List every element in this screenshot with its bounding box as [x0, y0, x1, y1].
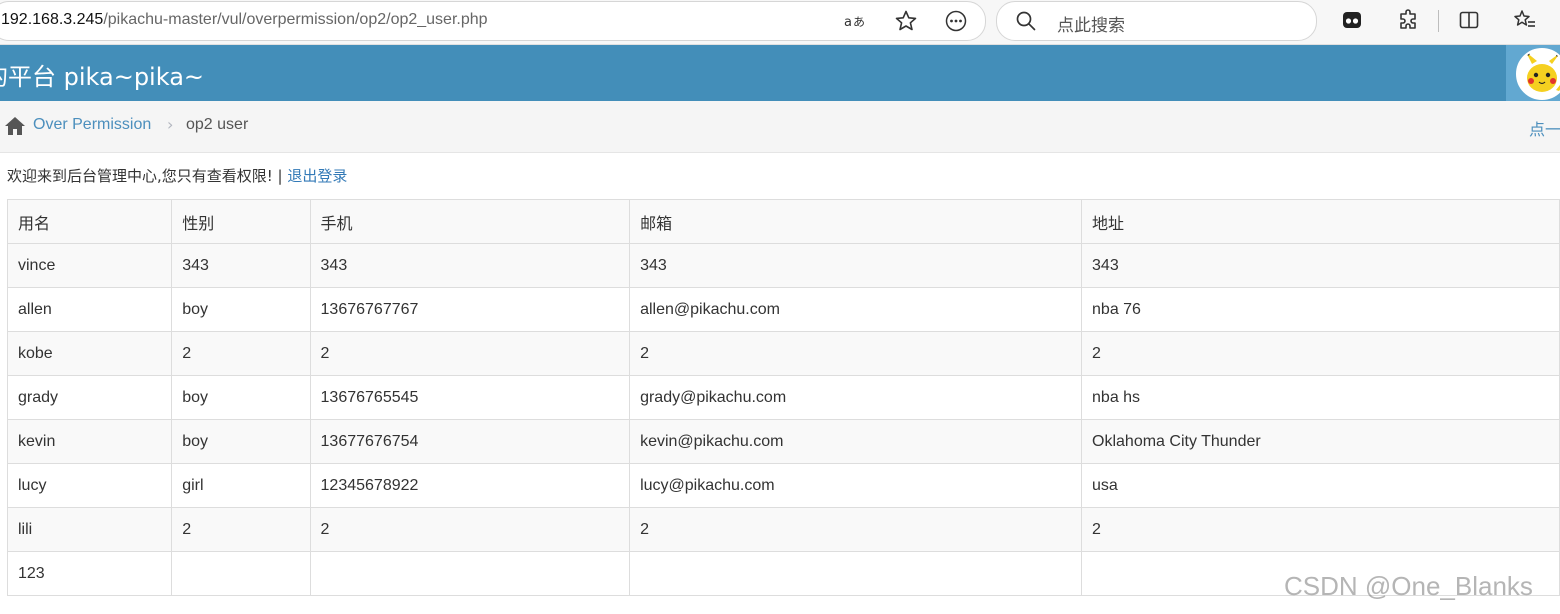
browser-toolbar: 192.168.3.245/pikachu-master/vul/overper…	[0, 0, 1560, 45]
url-text[interactable]: 192.168.3.245/pikachu-master/vul/overper…	[1, 11, 488, 29]
breadcrumb-current: op2 user	[186, 116, 249, 133]
table-cell	[309, 551, 631, 596]
table-cell: 2	[309, 331, 631, 376]
header-email: 邮箱	[629, 199, 1083, 244]
table-cell: 343	[1081, 243, 1560, 288]
app-header: 的平台 pika~pika~	[0, 45, 1560, 101]
header-username: 用名	[6, 199, 173, 244]
welcome-text: 欢迎来到后台管理中心,您只有查看权限! |	[7, 167, 288, 185]
pikachu-avatar-icon	[1518, 50, 1560, 98]
table-cell: boy	[171, 287, 311, 332]
table-cell	[171, 551, 311, 596]
table-row: lucy girl 12345678922 lucy@pikachu.com usa	[6, 463, 1560, 508]
table-cell	[629, 551, 1083, 596]
table-cell: kevin	[6, 419, 173, 464]
toolbar-divider	[1438, 10, 1439, 32]
table-row: lili 2 2 2 2	[6, 507, 1560, 552]
table-cell: girl	[171, 463, 311, 508]
table-cell: usa	[1081, 463, 1560, 508]
svg-text:あ: あ	[853, 15, 865, 29]
hint-link[interactable]: 点一	[1529, 116, 1560, 140]
url-host: 192.168.3.245	[1, 11, 104, 28]
table-cell: lucy@pikachu.com	[629, 463, 1083, 508]
table-cell: allen	[6, 287, 173, 332]
table-cell: 2	[171, 331, 311, 376]
table-cell: 2	[171, 507, 311, 552]
welcome-message: 欢迎来到后台管理中心,您只有查看权限! | 退出登录	[7, 165, 347, 186]
table-cell: 12345678922	[309, 463, 631, 508]
split-screen-icon[interactable]	[1457, 8, 1481, 32]
favorite-star-icon[interactable]	[894, 9, 918, 33]
table-cell: 2	[629, 507, 1083, 552]
more-icon[interactable]	[944, 9, 968, 33]
table-row: allen boy 13676767767 allen@pikachu.com nba …	[6, 287, 1560, 332]
site-brand[interactable]: 的平台 pika~pika~	[0, 57, 204, 92]
table-cell: grady@pikachu.com	[629, 375, 1083, 420]
table-row: kevin boy 13677676754 kevin@pikachu.com Okla…	[6, 419, 1560, 464]
header-sex: 性别	[171, 199, 311, 244]
chevron-right-icon: ›	[167, 115, 174, 134]
table-row: kobe 2 2 2 2	[6, 331, 1560, 376]
url-path: /pikachu-master/vul/overpermission/op2/o…	[103, 11, 488, 28]
table-row: vince 343 343 343 343	[6, 243, 1560, 288]
table-row: grady boy 13676765545 grady@pikachu.com nba …	[6, 375, 1560, 420]
avatar[interactable]	[1516, 48, 1560, 100]
header-address: 地址	[1081, 199, 1560, 244]
table-cell: 13676765545	[309, 375, 631, 420]
extension-tile-icon[interactable]	[1340, 8, 1364, 32]
svg-text:a: a	[844, 15, 852, 30]
breadcrumb-over-permission[interactable]: Over Permission	[33, 116, 151, 134]
table-cell: boy	[171, 375, 311, 420]
table-cell: lucy	[6, 463, 173, 508]
puzzle-icon[interactable]	[1397, 8, 1421, 32]
table-cell: 2	[629, 331, 1083, 376]
table-cell: 2	[1081, 507, 1560, 552]
table-cell: kobe	[6, 331, 173, 376]
user-menu[interactable]	[1506, 45, 1560, 101]
table-cell: lili	[6, 507, 173, 552]
search-icon	[1016, 11, 1036, 31]
table-cell: nba hs	[1081, 375, 1560, 420]
table-cell: allen@pikachu.com	[629, 287, 1083, 332]
watermark: CSDN @One_Blanks	[1284, 571, 1533, 601]
table-cell: 13677676754	[309, 419, 631, 464]
table-cell: 2	[1081, 331, 1560, 376]
table-cell: Oklahoma City Thunder	[1081, 419, 1560, 464]
favorites-list-icon[interactable]	[1513, 8, 1537, 32]
table-cell: 343	[171, 243, 311, 288]
table-cell: vince	[6, 243, 173, 288]
table-cell: 343	[309, 243, 631, 288]
table-header-row: 用名 性别 手机 邮箱 地址	[6, 199, 1560, 244]
search-box[interactable]: 点此搜索	[996, 1, 1317, 41]
table-cell: grady	[6, 375, 173, 420]
table-cell: 2	[309, 507, 631, 552]
home-icon[interactable]	[4, 116, 26, 136]
read-aloud-icon[interactable]: a あ	[843, 9, 867, 33]
header-phone: 手机	[309, 199, 631, 244]
user-table: 用名 性别 手机 邮箱 地址 vince 343 343 343 343 allen boy…	[6, 199, 1560, 596]
table-cell: nba 76	[1081, 287, 1560, 332]
table-cell: 123	[6, 551, 173, 596]
logout-link[interactable]: 退出登录	[287, 167, 347, 185]
table-cell: boy	[171, 419, 311, 464]
address-bar[interactable]: 192.168.3.245/pikachu-master/vul/overper…	[0, 1, 986, 41]
breadcrumb: Over Permission › op2 user 点一	[0, 101, 1560, 153]
table-cell: kevin@pikachu.com	[629, 419, 1083, 464]
search-placeholder: 点此搜索	[1057, 16, 1125, 36]
table-cell: 13676767767	[309, 287, 631, 332]
table-cell: 343	[629, 243, 1083, 288]
